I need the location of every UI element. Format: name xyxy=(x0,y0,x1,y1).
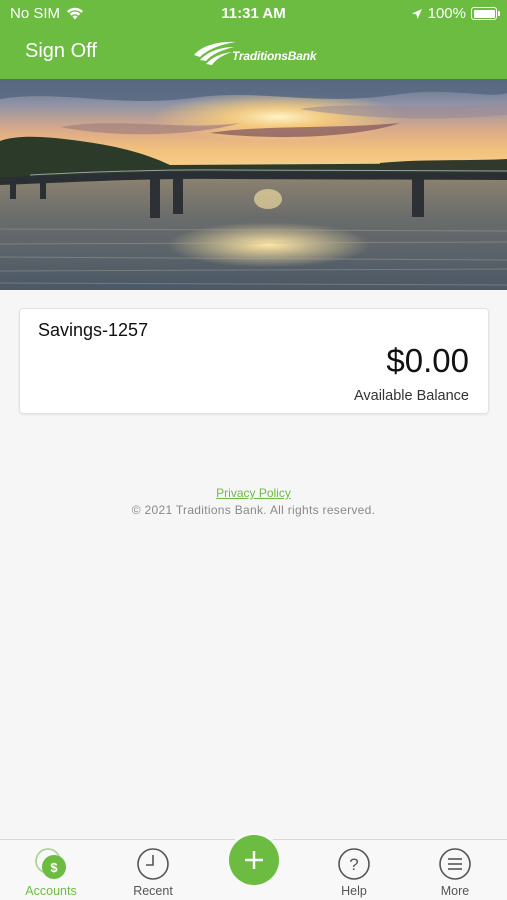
privacy-policy-link[interactable]: Privacy Policy xyxy=(216,486,291,500)
footer: Privacy Policy © 2021 Traditions Bank. A… xyxy=(0,484,507,517)
sign-off-button[interactable]: Sign Off xyxy=(25,40,97,63)
add-button[interactable] xyxy=(229,835,279,885)
status-bar: No SIM 11:31 AM 100% xyxy=(0,0,507,28)
battery-percent: 100% xyxy=(427,5,466,22)
hero-sunset-image xyxy=(0,79,507,290)
menu-icon xyxy=(439,848,471,880)
location-arrow-icon xyxy=(411,8,422,19)
tab-label-accounts: Accounts xyxy=(25,884,77,898)
tab-help[interactable]: ? Help xyxy=(314,840,394,900)
copyright-text: © 2021 Traditions Bank. All rights reser… xyxy=(131,503,376,517)
status-right: 100% xyxy=(411,5,500,22)
tab-label-more: More xyxy=(440,884,470,898)
tab-recent[interactable]: Recent xyxy=(113,840,193,900)
clock-icon xyxy=(137,848,169,880)
svg-text:$: $ xyxy=(50,860,58,875)
traditions-bank-logo: TraditionsBank xyxy=(192,39,317,67)
tab-label-recent: Recent xyxy=(133,884,173,898)
help-question-icon: ? xyxy=(338,848,370,880)
logo-text: TraditionsBank xyxy=(232,48,317,63)
accounts-dollar-icon: $ xyxy=(35,848,66,879)
account-balance: $0.00 xyxy=(386,342,469,379)
tab-label-help: Help xyxy=(341,884,367,898)
tab-more[interactable]: More xyxy=(415,840,495,900)
account-name: Savings-1257 xyxy=(38,320,149,340)
battery-icon xyxy=(471,7,500,20)
svg-text:?: ? xyxy=(349,855,358,874)
balance-label: Available Balance xyxy=(353,388,469,404)
tab-accounts[interactable]: $ Accounts xyxy=(11,840,91,900)
plus-icon xyxy=(245,851,263,869)
top-bar: No SIM 11:31 AM 100% Sign Off Traditions… xyxy=(0,0,507,79)
sunset-bridge-illustration xyxy=(0,79,507,290)
account-card[interactable]: Savings-1257 $0.00 Available Balance xyxy=(19,308,489,414)
